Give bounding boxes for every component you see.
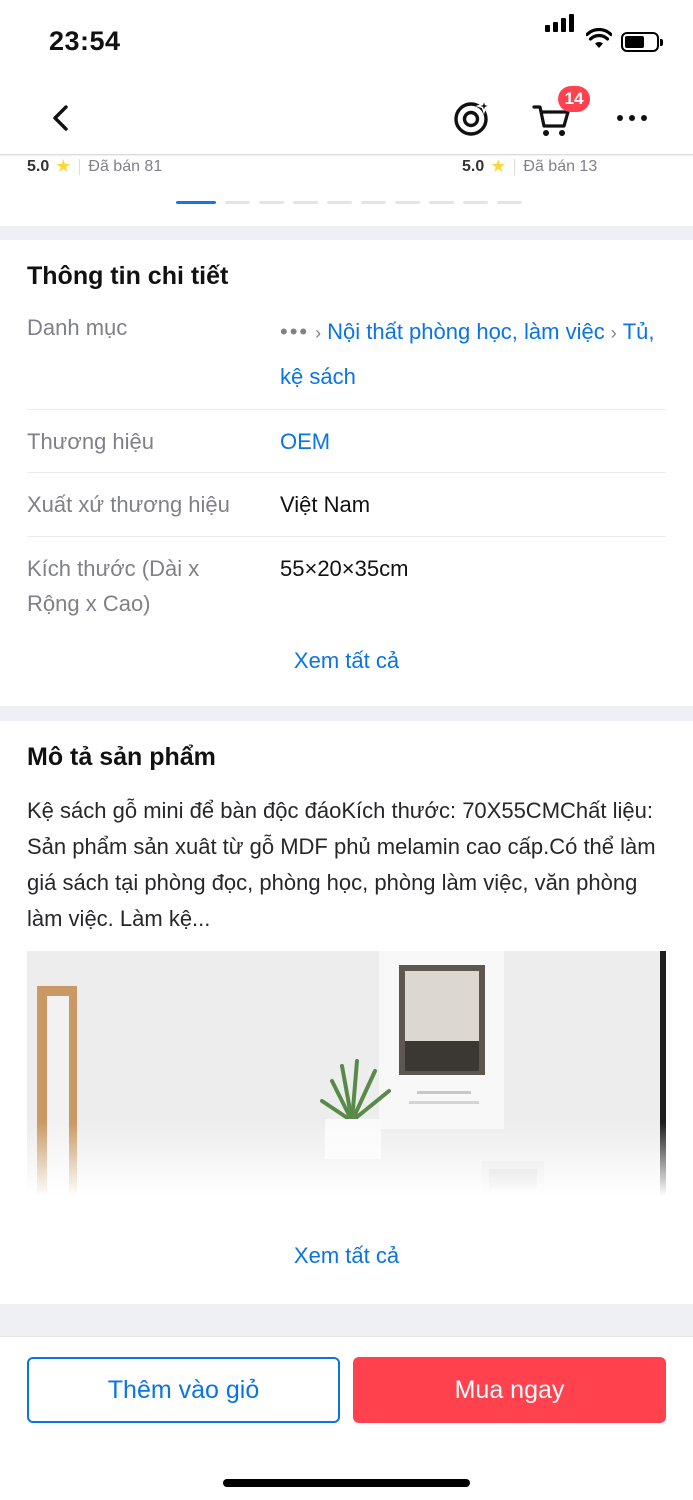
carousel-dot	[259, 201, 284, 204]
carousel-dot	[361, 201, 386, 204]
detail-label: Kích thước (Dài x Rộng x Cao)	[27, 556, 200, 616]
status-time: 23:54	[49, 26, 121, 56]
detail-row-category: Danh mục ••• › Nội thất phòng học, làm việ…	[27, 310, 666, 410]
section-title: Mô tả sản phẩm	[27, 743, 216, 771]
buy-now-button[interactable]: Mua ngay	[353, 1357, 666, 1423]
related-product-rating: 5.0 ★ Đã bán 13	[462, 156, 597, 177]
more-icon[interactable]	[612, 100, 652, 136]
top-nav-bar: 14	[0, 80, 693, 155]
back-arrow-icon[interactable]	[44, 100, 80, 136]
detail-row-size: Kích thước (Dài x Rộng x Cao) 55×20×35cm	[27, 537, 666, 627]
breadcrumb-more-icon[interactable]: •••	[280, 319, 309, 344]
detail-row-origin: Xuất xứ thương hiệu Việt Nam	[27, 473, 666, 537]
status-bar: 23:54	[0, 0, 693, 80]
carousel-dot-active	[176, 201, 216, 204]
related-product-rating: 5.0 ★ Đã bán 81	[27, 156, 162, 177]
carousel-dot	[497, 201, 522, 204]
view-all-description-link[interactable]: Xem tất cả	[0, 1243, 693, 1269]
sold-count: Đã bán 13	[523, 157, 598, 175]
breadcrumb-link[interactable]: Nội thất phòng học, làm việc	[327, 319, 605, 344]
carousel-dot	[429, 201, 454, 204]
product-photo[interactable]	[27, 951, 666, 1196]
carousel-pagination	[176, 201, 522, 204]
chevron-right-icon: ›	[610, 323, 617, 343]
carousel-dot	[225, 201, 250, 204]
detail-row-brand: Thương hiệu OEM	[27, 410, 666, 473]
section-title: Thông tin chi tiết	[27, 262, 229, 290]
description-text: Kệ sách gỗ mini để bàn độc đáoKích thước…	[27, 798, 656, 931]
sold-count: Đã bán 81	[88, 157, 163, 175]
detail-label: Xuất xứ thương hiệu	[27, 492, 230, 517]
view-all-details-link[interactable]: Xem tất cả	[0, 648, 693, 674]
add-to-cart-button[interactable]: Thêm vào giỏ	[27, 1357, 340, 1423]
detail-value: Việt Nam	[280, 492, 371, 517]
carousel-dot	[463, 201, 488, 204]
detail-label: Danh mục	[27, 315, 128, 340]
detail-label: Thương hiệu	[27, 429, 155, 454]
category-breadcrumb[interactable]: ••• › Nội thất phòng học, làm việc › Tủ, kệ …	[280, 310, 666, 399]
chevron-right-icon: ›	[315, 323, 322, 343]
sparkle-icon[interactable]	[450, 97, 492, 139]
brand-link[interactable]: OEM	[280, 420, 666, 464]
battery-icon	[621, 32, 663, 52]
home-indicator[interactable]	[223, 1479, 470, 1487]
product-description-section: Mô tả sản phẩm Kệ sách gỗ mini để bàn độ…	[0, 721, 693, 1304]
cart-count-badge: 14	[558, 86, 590, 112]
divider	[514, 158, 516, 175]
star-icon: ★	[490, 156, 507, 176]
carousel-dot	[395, 201, 420, 204]
rating-score: 5.0	[462, 157, 485, 175]
product-photo-illustration	[27, 951, 666, 1196]
detail-value: 55×20×35cm	[280, 556, 409, 581]
related-products-strip[interactable]: 5.0 ★ Đã bán 81 5.0 ★ Đã bán 13	[0, 156, 693, 226]
wifi-icon	[586, 28, 612, 48]
rating-score: 5.0	[27, 157, 50, 175]
product-detail-page: 23:54 14 5.0 ★ Đã bán 81 5.0 ★ Đã bán 13…	[0, 0, 693, 1500]
divider	[79, 158, 81, 175]
product-details-section: Thông tin chi tiết Danh mục ••• › Nội thất…	[0, 240, 693, 706]
carousel-dot	[293, 201, 318, 204]
carousel-dot	[327, 201, 352, 204]
star-icon: ★	[55, 156, 72, 176]
bottom-action-bar: Thêm vào giỏ Mua ngay	[0, 1336, 693, 1500]
